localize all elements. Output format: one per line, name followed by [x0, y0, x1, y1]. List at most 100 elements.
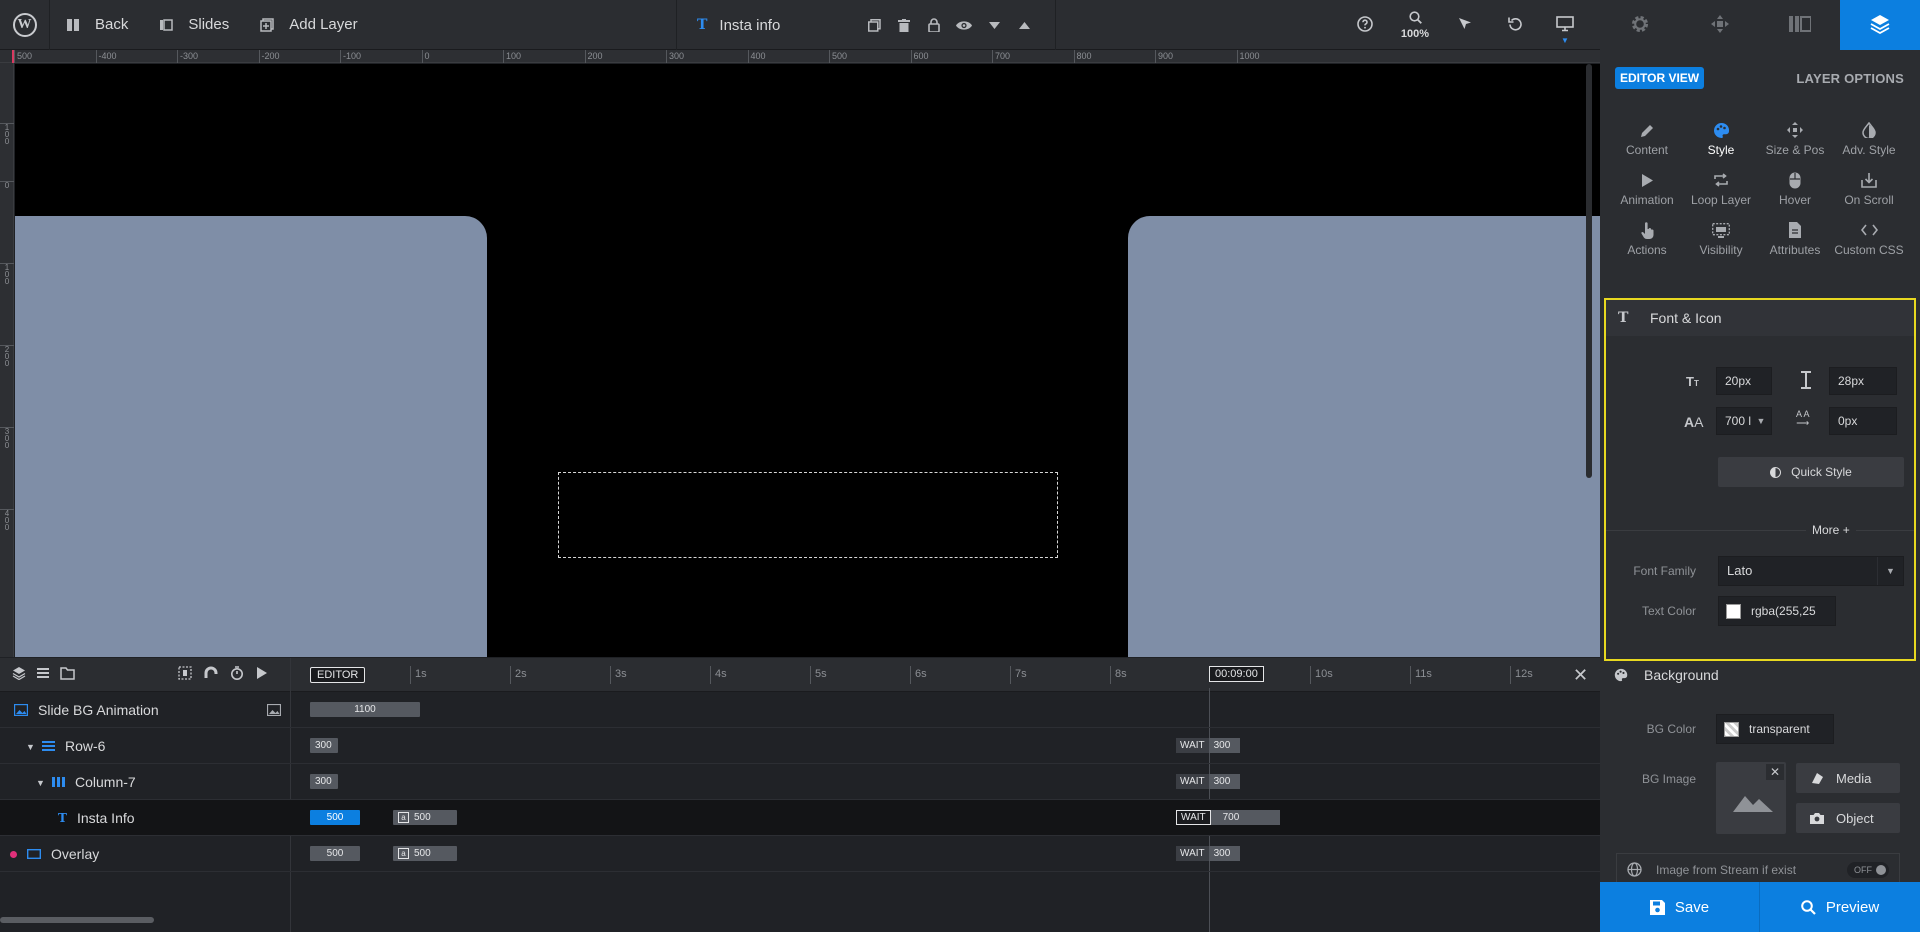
more-toggle[interactable]: More + [1806, 523, 1856, 537]
slide-canvas[interactable] [15, 64, 1600, 657]
close-icon[interactable]: ✕ [1573, 665, 1588, 686]
bg-image-placeholder[interactable]: ✕ [1716, 762, 1786, 834]
media-button[interactable]: Media [1796, 763, 1900, 793]
option-content[interactable]: Content [1610, 120, 1684, 157]
timeline-bar-out[interactable]: a 500 [393, 846, 457, 861]
tab-layer-options[interactable] [1840, 0, 1920, 50]
text-color-picker[interactable]: rgba(255,25 [1718, 596, 1836, 626]
wait-bar[interactable]: WAIT 300 [1176, 738, 1240, 753]
option-actions[interactable]: Actions [1610, 220, 1684, 257]
timeline-row-slide-bg[interactable]: Slide BG Animation 1100 [0, 692, 1600, 728]
slides-icon [158, 17, 173, 32]
timeline-row-column7[interactable]: ▼ Column-7 300 WAIT 300 [0, 764, 1600, 800]
expand-arrow-icon[interactable]: ▼ [26, 742, 35, 752]
gamepad-icon [1710, 14, 1730, 37]
undo-button[interactable] [1490, 0, 1540, 50]
selected-text-layer[interactable] [558, 472, 1058, 558]
timeline-second-marker: 10s [1310, 666, 1333, 684]
layer-name[interactable]: Insta info [719, 17, 780, 34]
object-button[interactable]: Object [1796, 803, 1900, 833]
help-button[interactable] [1340, 0, 1390, 50]
play-icon[interactable] [256, 666, 268, 683]
trash-icon[interactable] [896, 17, 912, 33]
option-animation[interactable]: Animation [1610, 170, 1684, 207]
folder-icon[interactable] [60, 666, 75, 683]
row-label-text: Overlay [51, 846, 100, 862]
expand-arrow-icon[interactable]: ▼ [36, 778, 45, 788]
tab-settings[interactable] [1600, 0, 1680, 50]
tab-layers-library[interactable] [1760, 0, 1840, 50]
pointer-button[interactable] [1440, 0, 1490, 50]
back-button[interactable]: Back [50, 0, 143, 50]
lock-icon[interactable] [926, 17, 942, 33]
timeline-bar[interactable]: 500 [310, 846, 360, 861]
line-height-input[interactable]: 28px [1829, 367, 1897, 395]
option-custom-css[interactable]: Custom CSS [1832, 220, 1906, 257]
bg-color-picker[interactable]: transparent [1716, 714, 1834, 744]
option-on-scroll[interactable]: On Scroll [1832, 170, 1906, 207]
font-family-select[interactable]: Lato ▼ [1718, 556, 1904, 586]
letter-spacing-input[interactable]: 0px [1829, 407, 1897, 435]
background-section-header[interactable]: Background [1600, 657, 1920, 693]
chevron-down-icon: ▼ [1756, 416, 1766, 426]
close-icon[interactable]: ✕ [1766, 764, 1784, 780]
option-loop-layer[interactable]: Loop Layer [1684, 170, 1758, 207]
timeline-row-insta-info[interactable]: T Insta Info 500 a 500 WAIT 700 [0, 800, 1600, 836]
stopwatch-icon[interactable] [230, 666, 244, 683]
slides-button[interactable]: Slides [143, 0, 244, 50]
chevron-down-icon: ▼ [1877, 557, 1903, 585]
option-label: Hover [1778, 193, 1811, 207]
editor-view-badge[interactable]: EDITOR VIEW [1615, 67, 1705, 89]
timeline-bar[interactable]: 1100 [310, 702, 420, 717]
option-style[interactable]: Style [1684, 120, 1758, 157]
option-hover[interactable]: Hover [1758, 170, 1832, 207]
quick-style-button[interactable]: Quick Style [1718, 457, 1904, 487]
save-button[interactable]: Save [1600, 882, 1760, 932]
canvas-scrollbar[interactable] [1586, 64, 1592, 478]
arrow-down-icon[interactable] [986, 17, 1002, 33]
slide-card-right[interactable] [1128, 216, 1600, 657]
timeline-row-overlay[interactable]: Overlay 500 a 500 WAIT 300 [0, 836, 1600, 872]
option-label: Style [1707, 143, 1735, 157]
timeline-bar[interactable]: 300 [310, 738, 338, 753]
layer-options-panel: EDITOR VIEW LAYER OPTIONS Content Style … [1600, 50, 1920, 882]
font-size-input[interactable]: 20px [1716, 367, 1772, 395]
stream-toggle[interactable]: OFF [1847, 862, 1889, 878]
timeline-bar[interactable]: 500 [310, 810, 360, 825]
wait-bar[interactable]: WAIT 300 [1176, 774, 1240, 789]
timeline-scrollbar[interactable] [0, 917, 154, 923]
list-icon[interactable] [36, 666, 50, 683]
magnet-icon[interactable] [204, 666, 218, 683]
editor-badge[interactable]: EDITOR [310, 667, 366, 683]
eye-icon[interactable] [956, 17, 972, 33]
line-height-icon [1800, 371, 1812, 392]
option-attributes[interactable]: Attributes [1758, 220, 1832, 257]
wait-bar[interactable]: WAIT 700 [1176, 810, 1280, 825]
font-weight-select[interactable]: 700 l ▼ [1716, 407, 1772, 435]
timeline-bar[interactable]: 300 [310, 774, 338, 789]
font-section-header[interactable]: T Font & Icon [1606, 300, 1914, 336]
current-time[interactable]: 00:09:00 [1209, 666, 1264, 682]
option-label: Custom CSS [1834, 243, 1904, 257]
timeline-row-row6[interactable]: ▼ Row-6 300 WAIT 300 [0, 728, 1600, 764]
selection-icon[interactable] [178, 666, 192, 683]
wait-bar[interactable]: WAIT 300 [1176, 846, 1240, 861]
slide-card-left[interactable] [15, 216, 487, 657]
add-layer-button[interactable]: Add Layer [244, 0, 372, 50]
option-size-pos[interactable]: Size & Pos [1758, 120, 1832, 157]
bg-image-icon[interactable] [266, 703, 282, 719]
bg-color-value: transparent [1749, 722, 1810, 736]
device-button[interactable]: ▼ [1540, 0, 1590, 50]
layers-icon[interactable] [12, 666, 26, 683]
arrow-up-icon[interactable] [1016, 17, 1032, 33]
wordpress-logo[interactable]: W [0, 0, 50, 50]
zoom-button[interactable]: 100% [1390, 0, 1440, 50]
option-adv-style[interactable]: Adv. Style [1832, 120, 1906, 157]
option-visibility[interactable]: Visibility [1684, 220, 1758, 257]
preview-button[interactable]: Preview [1760, 882, 1920, 932]
column-icon [52, 777, 65, 787]
tab-navigation[interactable] [1680, 0, 1760, 50]
font-family-label: Font Family [1633, 564, 1696, 578]
duplicate-icon[interactable] [866, 17, 882, 33]
timeline-bar-out[interactable]: a 500 [393, 810, 457, 825]
